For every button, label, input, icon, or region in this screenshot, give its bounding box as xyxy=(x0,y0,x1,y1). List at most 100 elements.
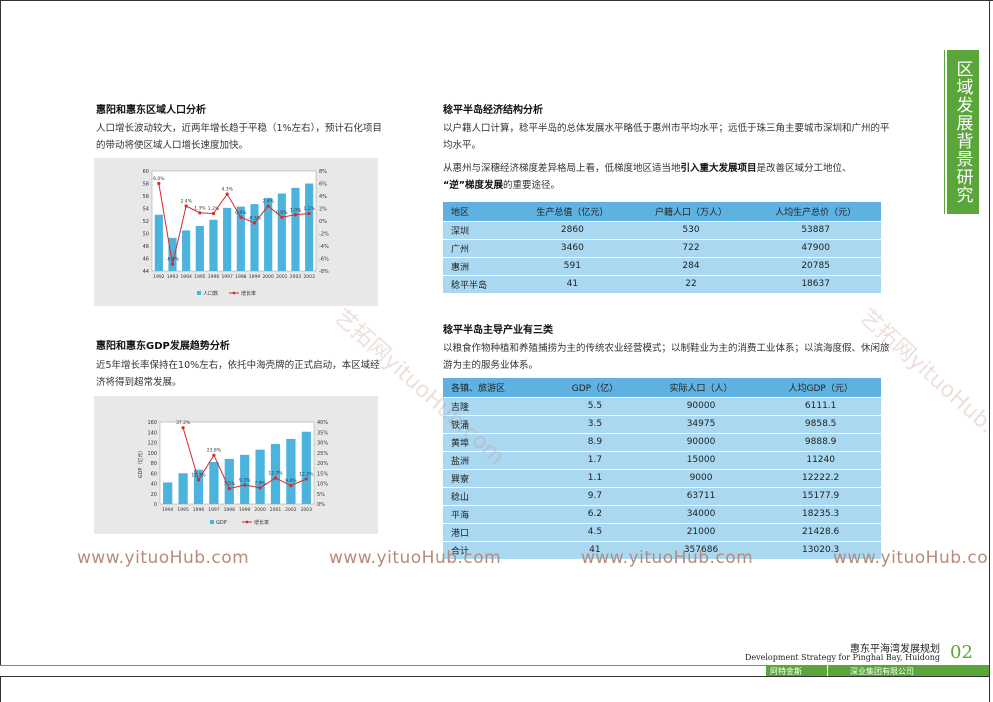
x-tick-label: 1996 xyxy=(193,507,205,513)
bar xyxy=(223,207,232,271)
legend-swatch-point xyxy=(232,291,236,295)
table-header-cell: 地区 xyxy=(443,202,514,221)
data-label: 1.3% xyxy=(194,205,206,211)
table-cell: 9000 xyxy=(641,468,761,487)
table-cell: 12222.2 xyxy=(760,468,881,487)
data-label: 37.2% xyxy=(176,420,191,426)
data-label: 7.5% xyxy=(224,481,236,487)
table-cell: 34975 xyxy=(641,414,761,433)
bar xyxy=(163,482,173,504)
table-cell: 18637 xyxy=(750,274,881,293)
legend-label: 人口数 xyxy=(203,290,218,297)
line-point xyxy=(184,204,188,208)
y-tick-label: 20 xyxy=(151,492,157,498)
table-cell: 8.9 xyxy=(548,432,642,451)
population-section-title: 惠阳和惠东区域人口分析 xyxy=(96,105,206,116)
table-cell: 90000 xyxy=(641,432,761,451)
line-point xyxy=(212,453,216,457)
line-point xyxy=(289,483,293,488)
table-cell: 90000 xyxy=(641,396,761,415)
page-number: 02 xyxy=(950,642,973,663)
township-table: 各镇、旅游区 GDP（亿） 实际人口（人） 人均GDP（元） 吉隆 5.5 90000 61… xyxy=(443,378,881,559)
bar xyxy=(154,214,163,271)
data-label: 2.4% xyxy=(180,199,192,205)
bar xyxy=(195,226,204,271)
table-row: 盐洲 1.7 15000 11240 xyxy=(443,450,881,469)
data-label: 1.0% xyxy=(290,207,302,213)
table-cell: 591 xyxy=(513,256,632,275)
footer-separator xyxy=(827,665,828,676)
y2-tick-label: 30% xyxy=(317,441,328,447)
table-cell: 巽寮 xyxy=(443,468,549,487)
y2-tick-label: -6% xyxy=(319,257,329,263)
x-tick-label: 2002 xyxy=(290,274,302,280)
table-cell: 21428.6 xyxy=(760,522,881,541)
x-tick-label: 1998 xyxy=(235,274,247,280)
x-tick-label: 1996 xyxy=(208,274,220,280)
line-point xyxy=(293,213,298,217)
y2-tick-label: 6% xyxy=(319,182,327,188)
economy-paragraph-2: 从惠州与深穗经济梯度差异格局上看，低梯度地区适当地引入重大发展项目是改善区域分工… xyxy=(443,163,852,191)
x-tick-label: 1994 xyxy=(162,507,174,513)
line-point xyxy=(198,211,202,215)
table-cell: 63711 xyxy=(641,486,761,505)
y2-tick-label: -2% xyxy=(319,232,329,238)
x-tick-label: 1995 xyxy=(194,274,206,280)
bar xyxy=(277,193,286,271)
legend-label: GDP xyxy=(216,520,227,526)
x-tick-label: 1998 xyxy=(224,507,236,513)
x-tick-label: 2003 xyxy=(301,507,313,513)
population-paragraph: 人口增长波动较大，近两年增长趋于平稳（1%左右），预计石化项目的带动将使区域人口… xyxy=(96,123,382,151)
line-point xyxy=(225,192,229,196)
x-tick-label: 2001 xyxy=(270,507,282,513)
y2-tick-label: 35% xyxy=(317,430,328,436)
footer-title-en: Development Strategy for Pinghai Bay, Hu… xyxy=(744,653,940,662)
table-row: 港口 4.5 21000 21428.6 xyxy=(443,522,881,541)
x-tick-label: 2000 xyxy=(254,507,266,513)
table-cell: 21000 xyxy=(641,522,761,541)
table-cell: 2860 xyxy=(513,220,632,239)
table-cell: 1.7 xyxy=(548,450,642,469)
table-row: 深圳 2860 530 53887 xyxy=(443,220,881,239)
line-point xyxy=(252,221,257,225)
page-border-left xyxy=(0,0,1,702)
y2-tick-label: 20% xyxy=(317,461,328,467)
line-point xyxy=(307,211,311,216)
y-tick-label: 58 xyxy=(143,182,149,188)
y-tick-label: 44 xyxy=(143,269,149,275)
x-tick-label: 1997 xyxy=(221,274,233,280)
table-cell: 港口 xyxy=(443,522,549,541)
table-header-row: 地区 生产总值（亿元） 户籍人口（万人） 人均生产总价（元） xyxy=(443,202,881,221)
y-axis-label: GDP（亿元） xyxy=(137,448,144,479)
y2-tick-label: 10% xyxy=(317,482,328,488)
data-label: 0.6% xyxy=(276,210,288,216)
table-cell: 6.2 xyxy=(548,504,642,523)
table-row: 广州 3460 722 47900 xyxy=(443,238,881,257)
table-cell: 深圳 xyxy=(443,220,514,239)
line-point xyxy=(304,477,308,481)
legend-swatch-bar xyxy=(210,520,214,524)
table-cell: 22 xyxy=(631,274,751,293)
bar xyxy=(209,219,218,271)
table-row: 惠洲 591 284 20785 xyxy=(443,256,881,275)
data-label: -0.3% xyxy=(248,215,262,221)
economy-paragraph-1: 以户籍人口计算，稔平半岛的总体发展水平略低于惠州市平均水平；远低于珠三角主要城市… xyxy=(443,123,890,151)
table-cell: 9858.5 xyxy=(760,414,881,433)
table-cell: 4.5 xyxy=(548,522,642,541)
data-label: 11.7% xyxy=(191,473,206,479)
y2-tick-label: 0% xyxy=(317,502,325,508)
data-label: 2.4% xyxy=(262,199,274,205)
y2-tick-label: 0% xyxy=(319,219,327,225)
line-point xyxy=(273,476,278,480)
table-cell: 平海 xyxy=(443,504,549,523)
line-point xyxy=(181,426,185,430)
data-label: 6.0% xyxy=(153,176,165,182)
footer-bar-blank xyxy=(0,665,766,676)
y2-tick-label: -4% xyxy=(319,244,329,250)
table-header-cell: 实际人口（人） xyxy=(641,378,761,397)
y2-tick-label: -8% xyxy=(319,269,329,275)
bar xyxy=(250,204,259,271)
table-cell: 15000 xyxy=(641,450,761,469)
line-point xyxy=(280,215,284,219)
table-cell: 广州 xyxy=(443,238,514,257)
